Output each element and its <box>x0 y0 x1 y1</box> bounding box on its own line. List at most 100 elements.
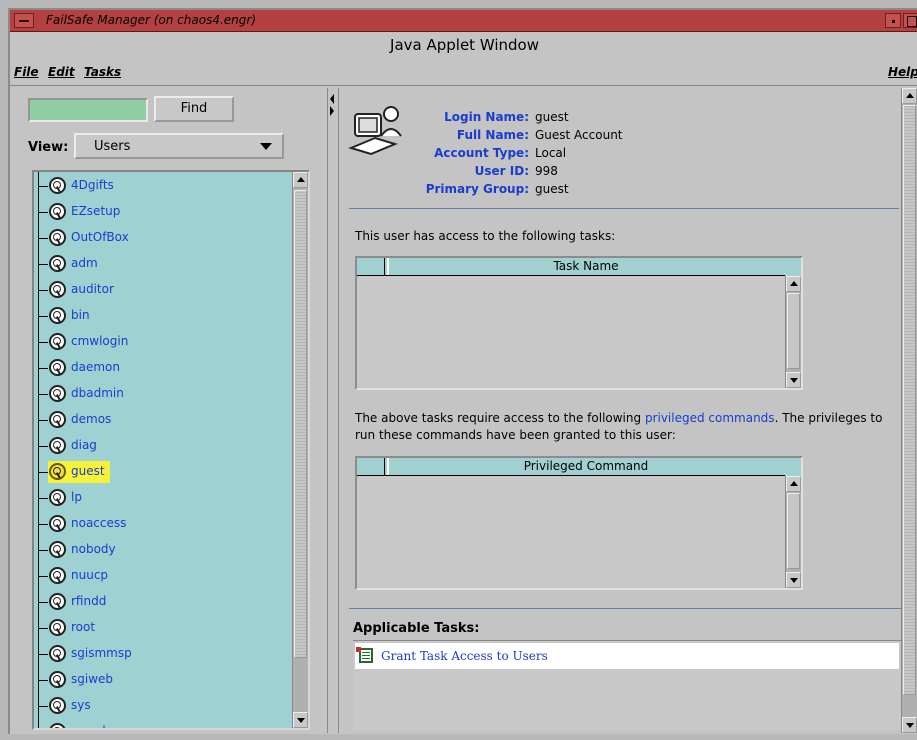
maximize-button[interactable] <box>903 13 917 28</box>
scroll-up-arrow-icon[interactable] <box>786 276 801 292</box>
access-intro-text: This user has access to the following ta… <box>355 229 616 243</box>
scroll-thumb[interactable] <box>787 293 800 369</box>
tree-item-bin[interactable]: bin <box>38 306 298 326</box>
tree-item-sys[interactable]: sys <box>38 696 298 716</box>
scroll-down-arrow-icon[interactable] <box>786 372 801 388</box>
tree-item-rfindd[interactable]: rfindd <box>38 592 298 612</box>
user-icon <box>49 255 66 272</box>
full-name-value: Guest Account <box>535 128 623 142</box>
tree-item-label: nuucp <box>71 568 109 582</box>
tree-item-auditor[interactable]: auditor <box>38 280 298 300</box>
tree-connector <box>38 654 48 655</box>
find-button[interactable]: Find <box>154 96 234 122</box>
tree-item-root[interactable]: root <box>38 618 298 638</box>
privileged-command-table[interactable]: Privileged Command <box>355 456 803 590</box>
view-selected-value: Users <box>94 139 131 154</box>
window-menu-button[interactable] <box>14 13 34 28</box>
tree-connector <box>38 472 48 473</box>
tree-connector <box>38 290 48 291</box>
tree-item-adm[interactable]: adm <box>38 254 298 274</box>
right-pane: Login Name: guest Full Name: Guest Accou… <box>338 88 917 733</box>
account-type-value: Local <box>535 146 567 160</box>
tree-item-label: rfindd <box>71 594 107 608</box>
user-tree[interactable]: 4Dgifts EZsetup OutOfBox adm auditor bin cmwlo… <box>32 170 310 730</box>
tree-item-lp[interactable]: lp <box>38 488 298 508</box>
view-select[interactable]: Users <box>74 133 284 159</box>
privileged-commands-link[interactable]: privileged commands <box>645 411 775 425</box>
applicable-task-item[interactable]: Grant Task Access to Users <box>355 643 899 669</box>
tree-item-label: daemon <box>71 360 120 374</box>
menu-help[interactable]: Help <box>888 65 917 79</box>
tree-connector <box>38 394 48 395</box>
user-icon <box>49 463 66 480</box>
user-icon <box>49 359 66 376</box>
tree-item-diag[interactable]: diag <box>38 436 298 456</box>
title-bar[interactable]: FailSafe Manager (on chaos4.engr) <box>10 10 917 32</box>
tree-item-ezsetup[interactable]: EZsetup <box>38 202 298 222</box>
user-icon <box>49 229 66 246</box>
scroll-thumb[interactable] <box>787 493 800 569</box>
collapse-left-arrow-icon[interactable] <box>330 94 334 104</box>
scroll-up-arrow-icon[interactable] <box>786 476 801 492</box>
tree-item-dbadmin[interactable]: dbadmin <box>38 384 298 404</box>
task-table-scrollbar[interactable] <box>785 276 801 388</box>
minimize-button[interactable] <box>885 13 901 28</box>
user-id-row: User ID: 998 <box>339 164 839 182</box>
privileged-command-column-header[interactable]: Privileged Command <box>387 458 783 475</box>
scroll-down-arrow-icon[interactable] <box>786 572 801 588</box>
scroll-thumb[interactable] <box>903 105 916 695</box>
task-name-column-header[interactable]: Task Name <box>387 258 783 275</box>
tree-item-sysadm[interactable]: sysadm <box>38 722 298 728</box>
user-icon <box>49 645 66 662</box>
tree-item-label: sgiweb <box>71 672 114 686</box>
tree-item-demos[interactable]: demos <box>38 410 298 430</box>
scroll-down-arrow-icon[interactable] <box>902 717 917 733</box>
tree-item-label: bin <box>71 308 90 322</box>
grant-task-access-link[interactable]: Grant Task Access to Users <box>381 649 548 663</box>
tree-item-4dgifts[interactable]: 4Dgifts <box>38 176 298 196</box>
tree-item-cmwlogin[interactable]: cmwlogin <box>38 332 298 352</box>
search-input[interactable] <box>28 98 148 122</box>
pane-splitter[interactable] <box>328 88 336 733</box>
chevron-down-icon <box>260 143 272 150</box>
tree-item-noaccess[interactable]: noaccess <box>38 514 298 534</box>
tree-item-nuucp[interactable]: nuucp <box>38 566 298 586</box>
user-icon <box>49 593 66 610</box>
tree-connector <box>38 680 48 681</box>
user-id-key: User ID: <box>474 164 529 178</box>
menu-tasks[interactable]: Tasks <box>84 65 121 79</box>
tree-connector <box>38 186 48 187</box>
tree-item-label: guest <box>71 464 105 478</box>
scroll-up-arrow-icon[interactable] <box>293 172 308 188</box>
task-table[interactable]: Task Name <box>355 256 803 390</box>
failsafe-manager-window: FailSafe Manager (on chaos4.engr) Java A… <box>8 8 917 734</box>
user-icon <box>49 177 66 194</box>
user-icon <box>49 489 66 506</box>
tree-connector <box>38 446 48 447</box>
tree-item-sgismmsp[interactable]: sgismmsp <box>38 644 298 664</box>
expand-right-arrow-icon[interactable] <box>330 106 334 116</box>
tree-item-daemon[interactable]: daemon <box>38 358 298 378</box>
privileges-text: The above tasks require access to the fo… <box>355 410 915 444</box>
tree-item-outofbox[interactable]: OutOfBox <box>38 228 298 248</box>
tree-item-guest[interactable]: guest <box>38 461 298 483</box>
tree-scrollbar[interactable] <box>292 172 308 728</box>
privileged-table-scrollbar[interactable] <box>785 476 801 588</box>
tree-item-label: OutOfBox <box>71 230 129 244</box>
menu-file[interactable]: File <box>14 65 39 79</box>
right-pane-scrollbar[interactable] <box>901 88 917 733</box>
scroll-down-arrow-icon[interactable] <box>293 712 308 728</box>
user-icon <box>49 619 66 636</box>
user-icon <box>49 723 66 728</box>
user-icon <box>49 541 66 558</box>
tree-connector <box>38 550 48 551</box>
scroll-up-arrow-icon[interactable] <box>902 88 917 104</box>
scroll-thumb[interactable] <box>294 190 307 658</box>
tree-connector <box>38 368 48 369</box>
tree-connector <box>38 576 48 577</box>
menu-edit[interactable]: Edit <box>48 65 75 79</box>
account-type-row: Account Type: Local <box>339 146 839 164</box>
tree-item-sgiweb[interactable]: sgiweb <box>38 670 298 690</box>
tree-item-nobody[interactable]: nobody <box>38 540 298 560</box>
tree-connector <box>38 264 48 265</box>
